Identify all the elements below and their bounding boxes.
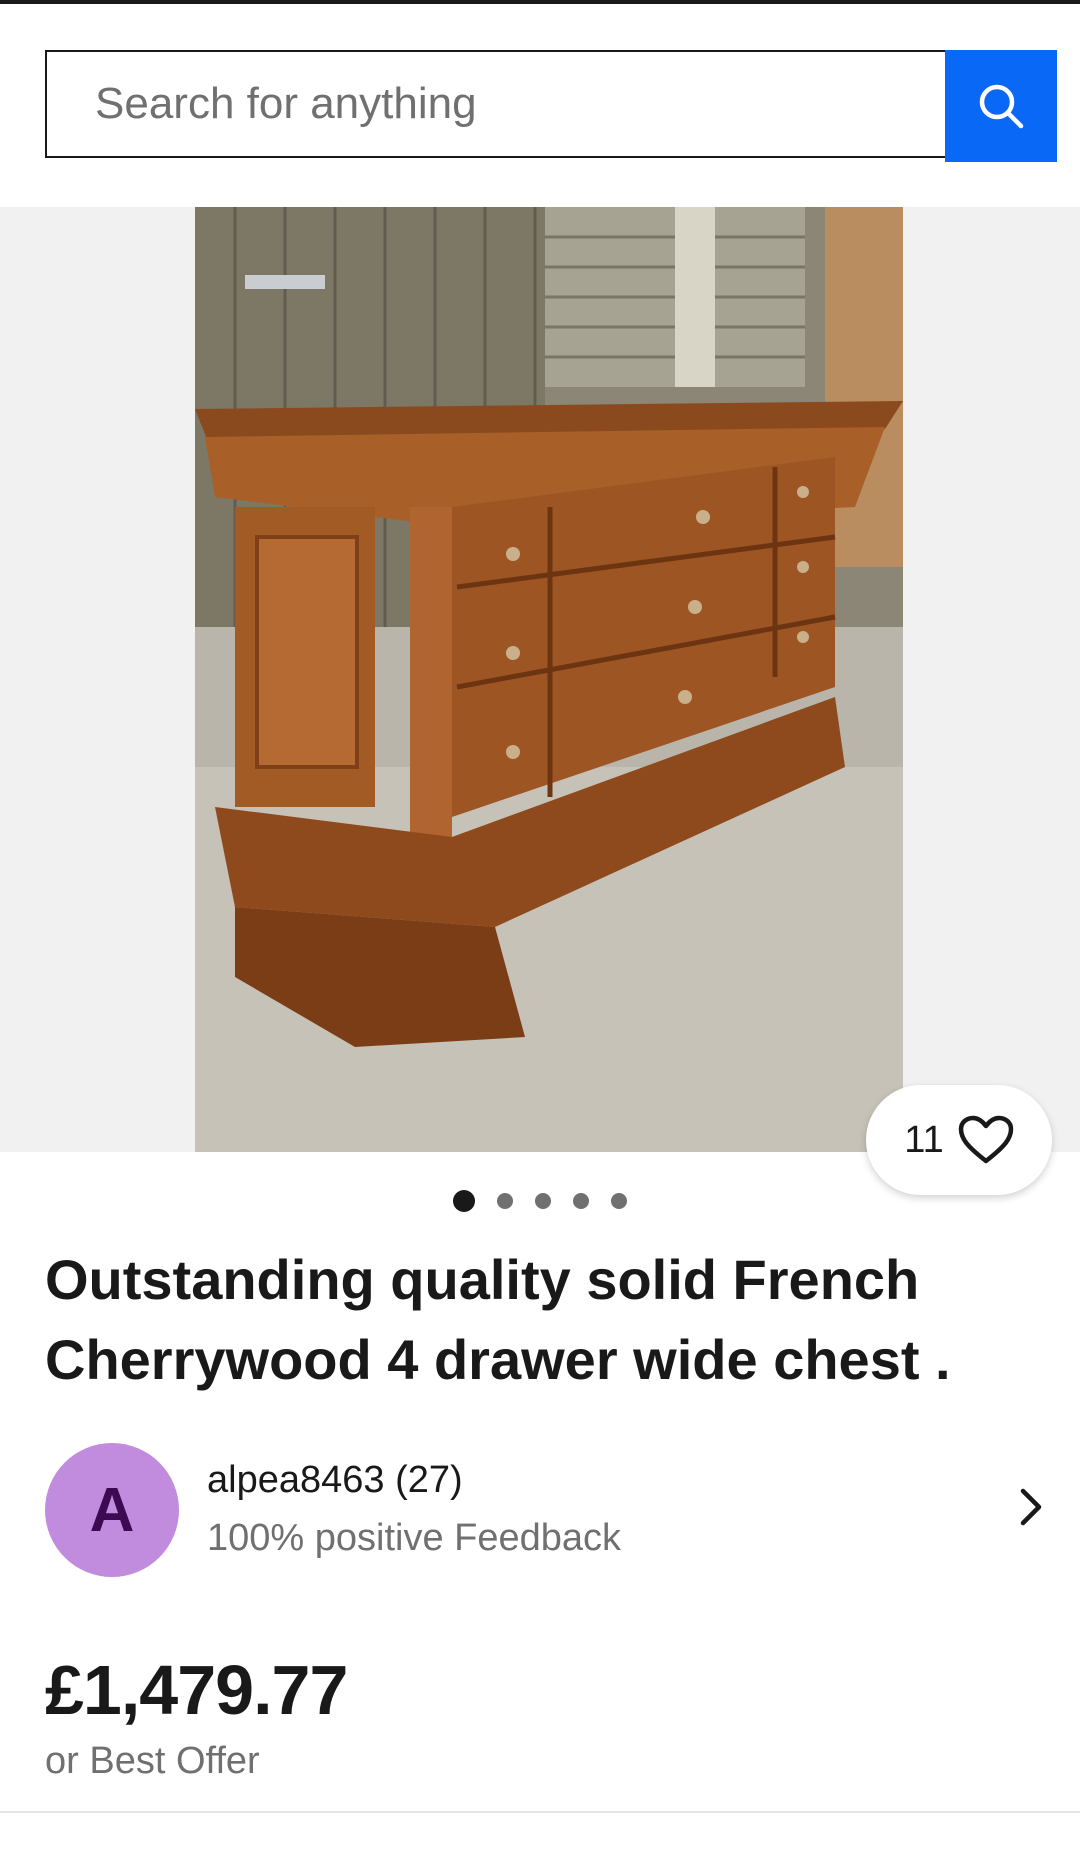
search-icon xyxy=(979,84,1024,129)
avatar: A xyxy=(45,1443,179,1577)
image-gallery[interactable] xyxy=(0,207,1080,1152)
seller-info-row[interactable]: A alpea8463 (27) 100% positive Feedback xyxy=(45,1443,1055,1577)
search-bar xyxy=(45,50,1057,162)
divider xyxy=(0,1811,1080,1813)
listing-photo[interactable] xyxy=(195,207,903,1152)
search-input[interactable] xyxy=(45,50,945,158)
carousel-dot-2[interactable] xyxy=(497,1193,513,1209)
carousel-dot-1[interactable] xyxy=(453,1190,475,1212)
chevron-right-icon xyxy=(1020,1488,1042,1526)
seller-name: alpea8463 (27) xyxy=(207,1459,463,1501)
best-offer-label: or Best Offer xyxy=(45,1740,260,1782)
heart-outline-icon xyxy=(958,1115,1013,1164)
carousel-dot-5[interactable] xyxy=(611,1193,627,1209)
price: £1,479.77 xyxy=(45,1651,348,1729)
status-bar-edge xyxy=(0,0,1080,4)
carousel-dot-4[interactable] xyxy=(573,1193,589,1209)
seller-feedback: 100% positive Feedback xyxy=(207,1517,622,1559)
watchers-count: 11 xyxy=(904,1118,944,1161)
listing-title: Outstanding quality solid French Cherryw… xyxy=(45,1248,951,1391)
watch-button[interactable]: 11 xyxy=(866,1085,1052,1195)
search-button[interactable] xyxy=(945,50,1057,162)
carousel-indicator xyxy=(0,1190,1080,1212)
carousel-dot-3[interactable] xyxy=(535,1193,551,1209)
